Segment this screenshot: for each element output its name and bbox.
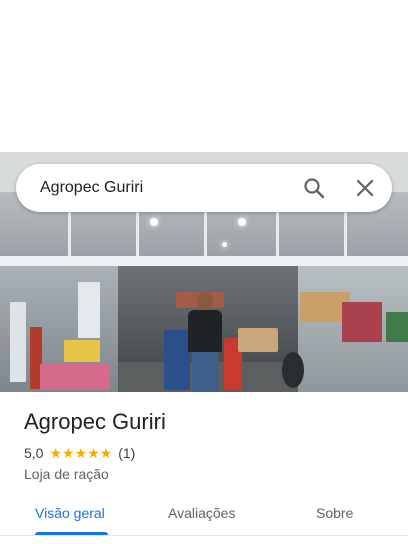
map-blank-area [0,0,408,152]
rating-row[interactable]: 5,0 ★★★★★ (1) [24,444,135,462]
photo-person-head [197,292,213,310]
tab-about[interactable]: Sobre [316,504,353,522]
place-category[interactable]: Loja de ração [24,465,109,483]
place-title: Agropec Guriri [24,409,166,434]
photo-person-legs [192,352,218,392]
place-tabs: Visão geral Avaliações Sobre [0,494,408,536]
rating-stars: ★★★★★ [49,446,112,460]
search-query[interactable]: Agropec Guriri [40,178,143,198]
star-icon: ★★★★★ [49,445,113,461]
search-icon[interactable] [302,176,326,200]
tab-reviews[interactable]: Avaliações [168,504,235,522]
review-count[interactable]: (1) [118,445,135,461]
search-bar[interactable]: Agropec Guriri [16,164,392,212]
close-icon[interactable] [353,176,377,200]
active-tab-indicator [35,532,108,535]
tab-overview[interactable]: Visão geral [35,504,105,522]
photo-person-body [188,310,222,352]
rating-value: 5,0 [24,445,44,461]
